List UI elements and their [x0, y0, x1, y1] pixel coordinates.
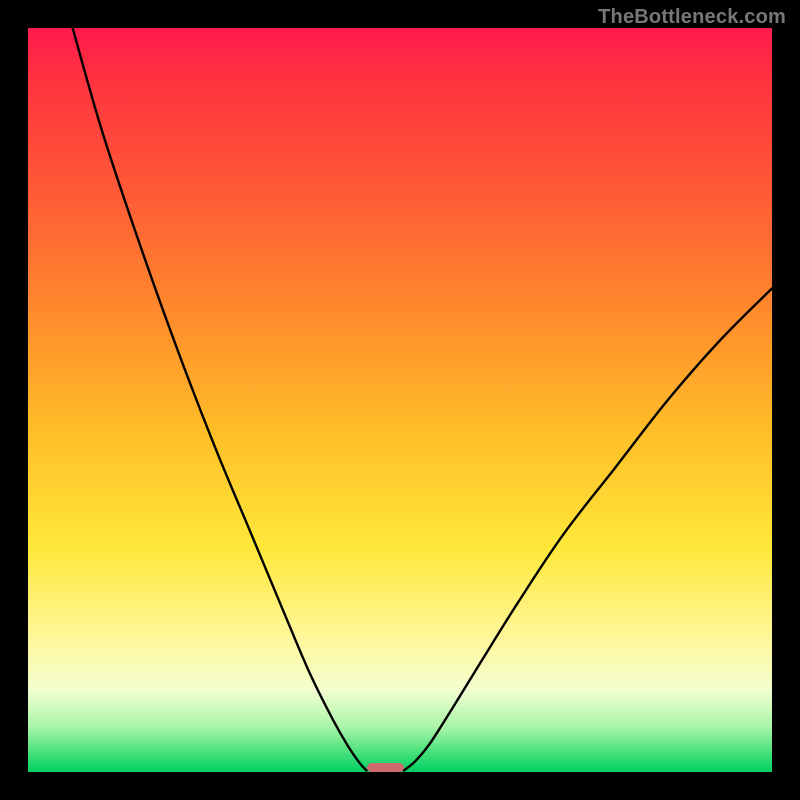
chart-frame: TheBottleneck.com: [0, 0, 800, 800]
curve-left-branch: [73, 28, 367, 771]
bottleneck-curve: [28, 28, 772, 772]
curve-right-branch: [404, 288, 772, 770]
optimal-marker: [367, 763, 404, 772]
watermark-label: TheBottleneck.com: [598, 6, 786, 29]
plot-area: [28, 28, 772, 772]
